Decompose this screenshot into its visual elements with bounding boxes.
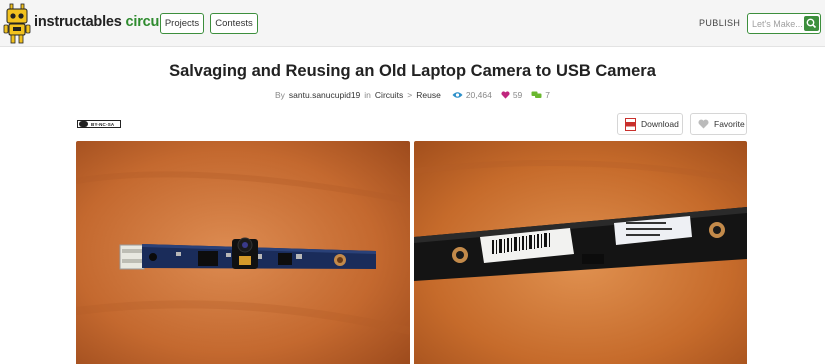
views-stat: 20,464 xyxy=(452,90,492,100)
eye-icon xyxy=(452,92,463,98)
page-title: Salvaging and Reusing an Old Laptop Came… xyxy=(169,62,656,80)
breadcrumb-separator: > xyxy=(407,90,413,100)
download-button[interactable]: Download xyxy=(617,113,683,135)
projects-button[interactable]: Projects xyxy=(160,13,204,34)
comments-stat: 7 xyxy=(531,90,550,100)
top-nav-bar: instructables circuits Projects Contests… xyxy=(0,0,825,47)
search-icon xyxy=(806,18,817,29)
instructables-robot-logo-icon[interactable] xyxy=(3,3,31,45)
comments-count: 7 xyxy=(545,90,551,100)
favorite-button[interactable]: Favorite xyxy=(690,113,747,135)
contests-button[interactable]: Contests xyxy=(210,13,258,34)
pdf-icon xyxy=(625,117,636,131)
search-input[interactable] xyxy=(752,17,802,31)
favorites-count: 59 xyxy=(512,90,523,100)
search-button[interactable] xyxy=(804,16,819,31)
camera-module-front-photo[interactable] xyxy=(76,141,410,364)
favorites-stat: 59 xyxy=(501,90,522,100)
cc-logo-icon xyxy=(79,121,88,127)
camera-module-back-photo[interactable] xyxy=(414,141,747,364)
site-brand[interactable]: instructables circuits xyxy=(34,14,176,30)
favorite-label: Favorite xyxy=(714,119,745,129)
creative-commons-license-badge[interactable]: BY-NC-SA xyxy=(77,120,121,128)
in-label: in xyxy=(364,90,371,100)
publish-link[interactable]: PUBLISH xyxy=(699,18,740,28)
comments-icon xyxy=(531,91,542,98)
download-label: Download xyxy=(641,119,679,129)
article-meta: By santu.sanucupid19 in Circuits > Reuse… xyxy=(275,89,550,101)
by-label: By xyxy=(275,90,285,100)
subcategory-link[interactable]: Reuse xyxy=(416,90,441,100)
views-count: 20,464 xyxy=(465,90,492,100)
author-link[interactable]: santu.sanucupid19 xyxy=(289,90,360,100)
brand-main-text: instructables xyxy=(34,14,122,30)
heart-icon xyxy=(501,91,510,99)
favorite-heart-icon xyxy=(698,119,709,129)
license-text: BY-NC-SA xyxy=(91,121,115,127)
search-box xyxy=(747,13,821,34)
category-link[interactable]: Circuits xyxy=(375,90,403,100)
